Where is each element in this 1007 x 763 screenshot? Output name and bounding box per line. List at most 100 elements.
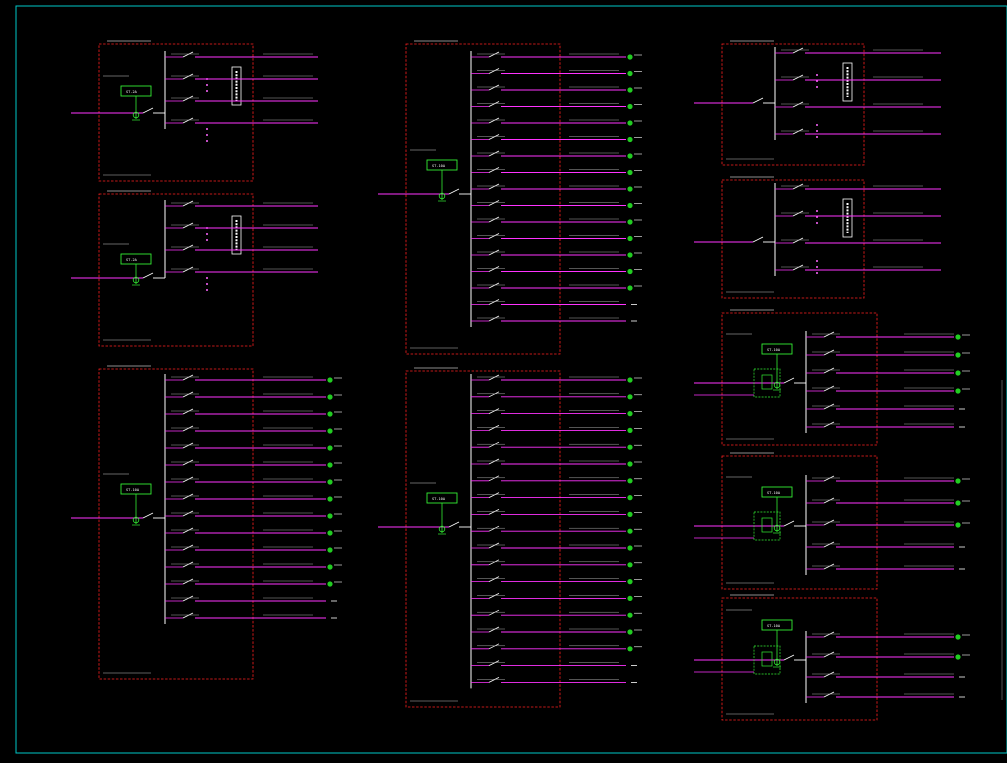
main-switch	[448, 521, 460, 528]
panel-enclosure	[405, 43, 561, 355]
relay-label: ST-10A	[432, 164, 446, 168]
feeder-circuit	[775, 237, 941, 244]
panel-m1-1: ST-10A	[378, 40, 642, 355]
continuation-dot	[206, 140, 208, 142]
feeder-breaker	[488, 117, 500, 124]
feeder-circuit	[471, 117, 642, 126]
continuation-dot	[816, 136, 818, 138]
feeder-circuit	[165, 73, 318, 80]
feeder-circuit	[471, 84, 642, 93]
continuation-dot	[206, 90, 208, 92]
load-symbol	[327, 581, 333, 587]
load-symbol	[627, 87, 633, 93]
feeder-breaker	[488, 391, 500, 398]
load-symbol	[955, 370, 961, 376]
load-symbol	[327, 462, 333, 468]
feeder-circuit	[165, 374, 342, 383]
continuation-dot	[206, 277, 208, 279]
feeder-circuit	[471, 216, 642, 225]
feeder-circuit	[775, 74, 941, 81]
load-symbol	[627, 444, 633, 450]
feeder-breaker	[488, 216, 500, 223]
feeder-circuit	[165, 391, 342, 400]
load-symbol	[327, 394, 333, 400]
continuation-dot	[816, 266, 818, 268]
feeder-breaker	[182, 476, 194, 483]
feeder-breaker	[792, 237, 804, 244]
load-symbol	[627, 495, 633, 501]
load-symbol	[327, 411, 333, 417]
continuation-dot	[206, 134, 208, 136]
continuation-dot	[206, 233, 208, 235]
feeder-breaker	[488, 492, 500, 498]
feeder-circuit	[471, 593, 642, 602]
panel-l1-3: ST-10A	[71, 365, 342, 680]
feeder-circuit	[806, 349, 970, 358]
main-switch	[142, 107, 154, 114]
feeder-breaker	[488, 593, 500, 599]
load-symbol	[627, 136, 633, 143]
load-symbol	[955, 352, 961, 358]
continuation-dot	[816, 260, 818, 262]
panel-l1-2: ST-2A	[71, 190, 318, 347]
feeder-breaker	[182, 95, 194, 102]
feeder-breaker	[488, 68, 500, 74]
feeder-circuit	[471, 282, 642, 291]
feeder-breaker	[488, 576, 500, 582]
feeder-breaker	[488, 458, 500, 465]
continuation-dot	[206, 128, 208, 130]
load-symbol	[627, 478, 633, 484]
feeder-circuit	[775, 101, 941, 108]
feeder-circuit	[471, 183, 642, 192]
load-symbol	[627, 103, 633, 110]
feeder-circuit	[471, 660, 637, 667]
feeder-circuit	[471, 408, 642, 417]
feeder-circuit	[471, 374, 642, 383]
panel-enclosure	[721, 179, 865, 299]
feeder-breaker	[488, 677, 500, 683]
feeder-breaker	[488, 266, 500, 272]
feeder-circuit	[471, 492, 642, 501]
feeder-breaker	[488, 626, 500, 633]
relay-label: ST-10A	[767, 624, 781, 628]
panel-enclosure	[98, 43, 254, 182]
load-symbol	[955, 478, 961, 484]
load-symbol	[627, 70, 633, 77]
load-symbol	[627, 153, 633, 159]
feeder-circuit	[471, 626, 642, 635]
feeder-circuit	[165, 200, 318, 207]
feeder-circuit	[471, 391, 642, 400]
feeder-circuit	[165, 476, 342, 485]
load-symbol	[627, 219, 633, 225]
load-symbol	[627, 528, 633, 534]
feeder-circuit	[165, 95, 318, 102]
feeder-breaker	[792, 101, 804, 108]
feeder-circuit	[806, 563, 965, 570]
feeder-circuit	[165, 425, 342, 434]
feeder-breaker	[488, 609, 500, 616]
feeder-circuit	[165, 266, 318, 273]
continuation-dot	[206, 289, 208, 291]
feeder-circuit	[165, 408, 342, 417]
load-symbol	[955, 388, 961, 394]
continuation-dot	[816, 74, 818, 76]
feeder-circuit	[806, 691, 965, 698]
load-symbol	[627, 186, 633, 192]
load-symbol	[627, 427, 633, 433]
main-switch	[783, 654, 795, 661]
main-switch	[752, 236, 764, 243]
feeder-circuit	[471, 315, 637, 322]
feeder-circuit	[165, 51, 318, 58]
feeder-breaker	[823, 519, 835, 526]
feeder-breaker	[792, 210, 804, 217]
feeder-circuit	[471, 509, 642, 517]
load-symbol	[627, 54, 633, 60]
relay-label: ST-10A	[126, 488, 140, 492]
load-symbol	[627, 169, 633, 176]
load-symbol	[627, 646, 633, 652]
feeder-circuit	[471, 677, 637, 683]
feeder-circuit	[165, 510, 342, 519]
continuation-dot	[816, 272, 818, 274]
feeder-breaker	[488, 134, 500, 140]
feeder-breaker	[182, 425, 194, 432]
